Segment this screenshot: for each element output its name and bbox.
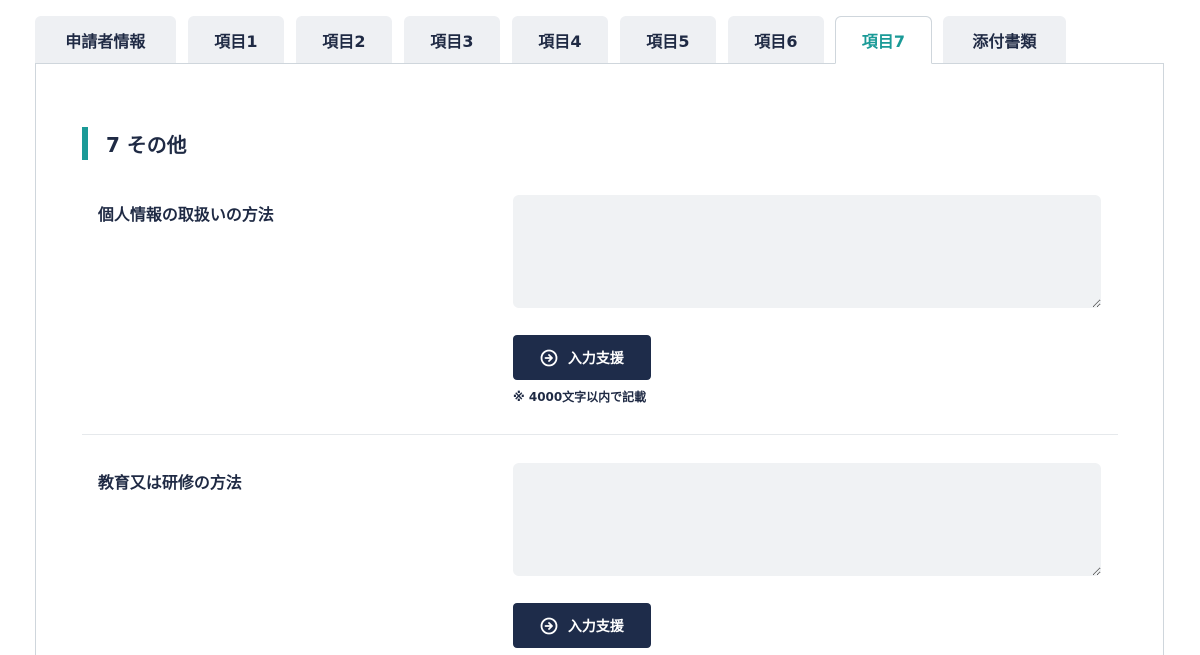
section-title: 7 その他 bbox=[82, 127, 187, 160]
arrow-right-circle-icon bbox=[540, 617, 558, 635]
input-assist-button[interactable]: 入力支援 bbox=[513, 335, 651, 380]
tab-item-7[interactable]: 項目7 bbox=[835, 16, 932, 64]
tab-bar: 申請者情報 項目1 項目2 項目3 項目4 項目5 項目6 項目7 添付書類 bbox=[35, 16, 1165, 64]
tab-item-1[interactable]: 項目1 bbox=[188, 16, 284, 64]
field-label-education-training: 教育又は研修の方法 bbox=[98, 473, 243, 492]
section-title-text: 7 その他 bbox=[106, 133, 187, 157]
divider bbox=[82, 434, 1118, 435]
tab-item-5[interactable]: 項目5 bbox=[620, 16, 716, 64]
arrow-right-circle-icon bbox=[540, 349, 558, 367]
tab-item-6[interactable]: 項目6 bbox=[728, 16, 824, 64]
tab-applicant-info[interactable]: 申請者情報 bbox=[35, 16, 176, 64]
tab-item-3[interactable]: 項目3 bbox=[404, 16, 500, 64]
input-assist-button[interactable]: 入力支援 bbox=[513, 603, 651, 648]
personal-info-textarea[interactable] bbox=[513, 195, 1101, 308]
tab-panel: 7 その他 個人情報の取扱いの方法 入力支援 ※ 4000文字以内で記載 教育又… bbox=[35, 63, 1164, 655]
tab-item-4[interactable]: 項目4 bbox=[512, 16, 608, 64]
input-assist-label: 入力支援 bbox=[568, 618, 624, 635]
input-assist-label: 入力支援 bbox=[568, 350, 624, 367]
tab-item-2[interactable]: 項目2 bbox=[296, 16, 392, 64]
education-training-textarea[interactable] bbox=[513, 463, 1101, 576]
tab-attachments[interactable]: 添付書類 bbox=[943, 16, 1066, 64]
char-limit-note: ※ 4000文字以内で記載 bbox=[513, 390, 647, 404]
field-label-personal-info: 個人情報の取扱いの方法 bbox=[98, 205, 275, 224]
